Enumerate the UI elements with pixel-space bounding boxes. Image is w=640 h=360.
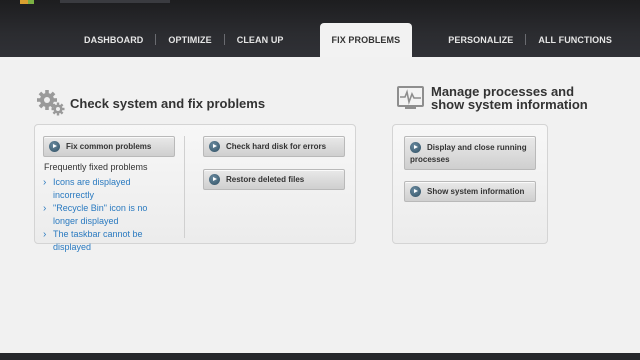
arrow-circle-icon: [209, 174, 220, 185]
button-label: Check hard disk for errors: [226, 141, 327, 151]
display-running-processes-button[interactable]: Display and close running processes: [404, 136, 536, 170]
left-section-title: Check system and fix problems: [70, 96, 266, 111]
fix-common-problems-button[interactable]: Fix common problems: [43, 136, 175, 157]
tab-optimize[interactable]: OPTIMIZE: [156, 24, 223, 57]
gears-icon: [37, 90, 65, 116]
button-label-line1: Display and close running: [427, 143, 527, 152]
monitor-pulse-icon: [397, 86, 424, 109]
main-nav: DASHBOARD OPTIMIZE CLEAN UP FIX PROBLEMS…: [72, 23, 624, 57]
button-label: Show system information: [427, 186, 525, 196]
tab-fix-problems[interactable]: FIX PROBLEMS: [319, 23, 413, 57]
problem-link-taskbar[interactable]: The taskbar cannot be displayed: [43, 228, 163, 254]
button-label: Fix common problems: [66, 141, 152, 151]
button-label: Display and close running processes: [410, 142, 527, 166]
tab-clean-up[interactable]: CLEAN UP: [225, 24, 296, 57]
arrow-circle-icon: [410, 142, 421, 153]
frequently-fixed-label: Frequently fixed problems: [44, 162, 148, 172]
right-section-title-line2: show system information: [431, 97, 588, 112]
problem-link-recycle-bin[interactable]: "Recycle Bin" icon is no longer displaye…: [43, 202, 163, 228]
panel-divider: [184, 136, 185, 238]
app-title-fragment: [60, 0, 170, 3]
problem-links: Icons are displayed incorrectly "Recycle…: [43, 176, 163, 254]
arrow-circle-icon: [209, 141, 220, 152]
top-navigation-bar: DASHBOARD OPTIMIZE CLEAN UP FIX PROBLEMS…: [0, 0, 640, 57]
bottom-bar: [0, 353, 640, 360]
tab-personalize[interactable]: PERSONALIZE: [436, 24, 525, 57]
problem-link-icons[interactable]: Icons are displayed incorrectly: [43, 176, 163, 202]
button-label: Restore deleted files: [226, 174, 305, 184]
arrow-circle-icon: [49, 141, 60, 152]
restore-deleted-files-button[interactable]: Restore deleted files: [203, 169, 345, 190]
app-logo-fragment-green: [28, 0, 34, 4]
button-label-line2: processes: [410, 155, 450, 164]
tab-dashboard[interactable]: DASHBOARD: [72, 24, 155, 57]
show-system-information-button[interactable]: Show system information: [404, 181, 536, 202]
arrow-circle-icon: [410, 186, 421, 197]
check-hard-disk-button[interactable]: Check hard disk for errors: [203, 136, 345, 157]
app-logo-fragment: [20, 0, 28, 4]
tab-all-functions[interactable]: ALL FUNCTIONS: [526, 24, 624, 57]
